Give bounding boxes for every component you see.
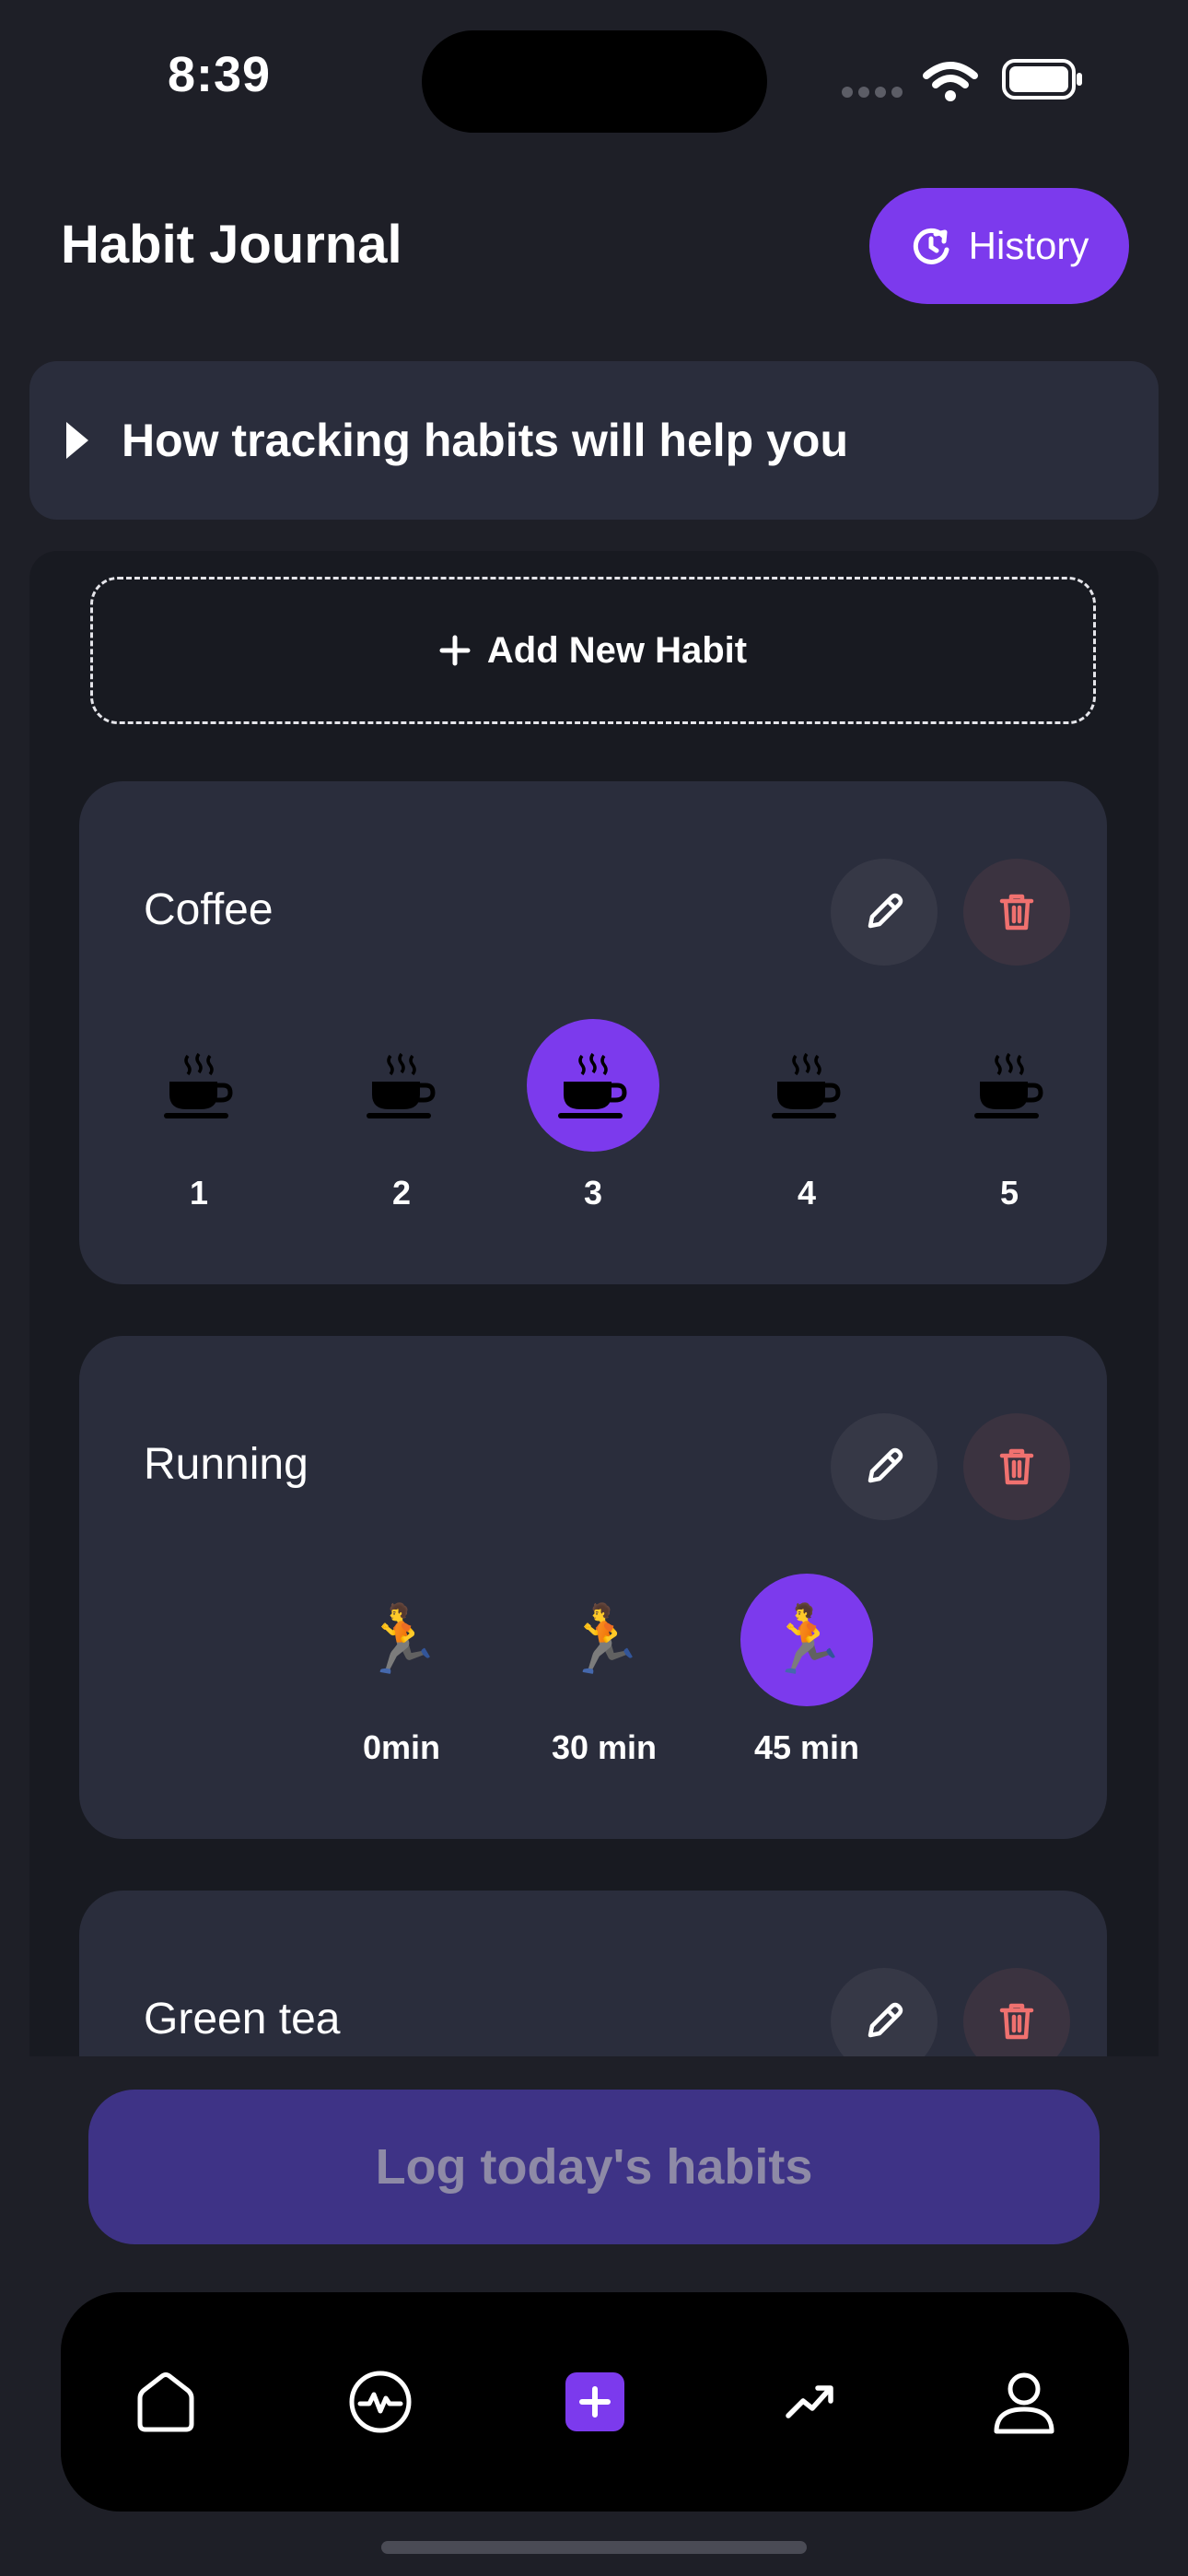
- habit-option[interactable]: 2: [335, 1019, 468, 1212]
- page-title: Habit Journal: [61, 215, 402, 275]
- habit-option[interactable]: 1: [133, 1019, 265, 1212]
- habit-card-green-tea: Green tea: [79, 1891, 1107, 2056]
- pencil-icon: [868, 2002, 903, 2038]
- info-disclosure[interactable]: How tracking habits will help you: [29, 361, 1159, 520]
- info-disclosure-label: How tracking habits will help you: [122, 415, 848, 466]
- habit-option[interactable]: 5: [943, 1019, 1076, 1212]
- wifi-icon: [923, 62, 978, 88]
- nav-add[interactable]: [549, 2356, 641, 2448]
- habit-option-label: 3: [583, 1174, 603, 1212]
- habit-option[interactable]: 🏃 30 min: [538, 1574, 670, 1767]
- activity-icon: [349, 2371, 412, 2433]
- habit-name: Coffee: [144, 885, 274, 934]
- delete-habit-button[interactable]: [963, 1413, 1070, 1520]
- profile-icon: [994, 2372, 1054, 2434]
- coffee-cup-icon: [133, 1019, 265, 1152]
- dynamic-island: [422, 30, 767, 133]
- trending-icon: [786, 2385, 833, 2418]
- add-habit-button[interactable]: Add New Habit: [90, 577, 1096, 724]
- edit-habit-button[interactable]: [831, 859, 938, 966]
- habit-option-label: 4: [797, 1174, 817, 1212]
- coffee-cup-icon: [335, 1019, 468, 1152]
- bottom-nav: [61, 2292, 1129, 2512]
- habit-option-label: 2: [391, 1174, 412, 1212]
- home-indicator: [381, 2541, 807, 2554]
- trash-icon: [999, 2003, 1034, 2040]
- edit-habit-button[interactable]: [831, 1413, 938, 1520]
- coffee-cup-icon: [740, 1019, 873, 1152]
- habit-option-label: 5: [999, 1174, 1019, 1212]
- battery-icon: [1002, 59, 1082, 100]
- habit-option[interactable]: 4: [740, 1019, 873, 1212]
- habit-option-label: 1: [189, 1174, 209, 1212]
- plus-icon: [439, 635, 471, 666]
- habit-option-label: 45 min: [753, 1728, 860, 1766]
- habit-name: Running: [144, 1440, 309, 1489]
- edit-habit-button[interactable]: [831, 1968, 938, 2056]
- habit-option-label: 0min: [362, 1728, 441, 1766]
- status-time: 8:39: [168, 47, 272, 102]
- delete-habit-button[interactable]: [963, 859, 1070, 966]
- habit-option[interactable]: 🏃 0min: [335, 1574, 468, 1767]
- trash-icon: [999, 894, 1034, 931]
- habit-card-coffee: Coffee 1 2 3 4 5: [79, 781, 1107, 1284]
- pencil-icon: [868, 1447, 903, 1483]
- trash-icon: [999, 1448, 1034, 1485]
- habits-list[interactable]: Add New Habit Coffee 1 2 3 4 5 Running 🏃…: [29, 551, 1159, 2056]
- disclosure-triangle-icon: [66, 422, 88, 459]
- delete-habit-button[interactable]: [963, 1968, 1070, 2056]
- history-icon: [913, 228, 949, 264]
- habit-card-running: Running 🏃 0min 🏃 30 min 🏃 45 min: [79, 1336, 1107, 1839]
- coffee-cup-icon: [943, 1019, 1076, 1152]
- add-icon: [565, 2372, 624, 2431]
- status-icons: [842, 59, 1082, 101]
- habit-option-label: 30 min: [551, 1728, 658, 1766]
- pencil-icon: [868, 893, 903, 929]
- nav-home[interactable]: [120, 2356, 212, 2448]
- nav-trends[interactable]: [763, 2356, 856, 2448]
- log-habits-button[interactable]: Log today's habits: [88, 2090, 1100, 2244]
- nav-profile[interactable]: [978, 2356, 1070, 2448]
- history-label: History: [968, 224, 1089, 267]
- add-habit-label: Add New Habit: [486, 629, 748, 671]
- habit-name: Green tea: [144, 1995, 341, 2043]
- runner-icon: 🏃: [740, 1574, 873, 1706]
- history-button[interactable]: History: [869, 188, 1129, 304]
- coffee-cup-icon: [527, 1019, 659, 1152]
- nav-activity[interactable]: [334, 2356, 426, 2448]
- home-icon: [137, 2372, 194, 2432]
- signal-icon: [842, 87, 903, 98]
- runner-icon: 🏃: [360, 1603, 443, 1677]
- habit-option-selected[interactable]: 🏃 45 min: [740, 1574, 873, 1767]
- habit-option-selected[interactable]: 3: [527, 1019, 659, 1212]
- runner-icon: 🏃: [563, 1603, 646, 1677]
